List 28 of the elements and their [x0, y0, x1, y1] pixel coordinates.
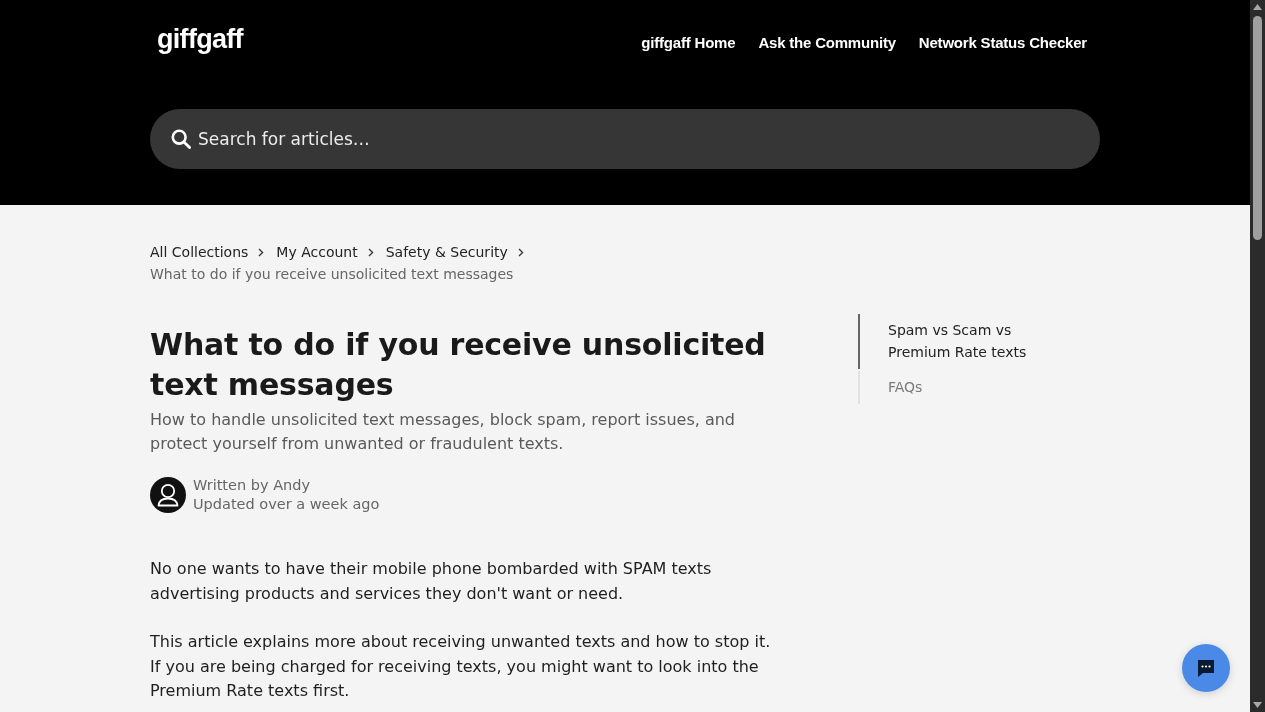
chevron-right-icon: [367, 247, 374, 257]
article-title: What to do if you receive unsolicited text messages: [150, 326, 767, 404]
nav-link[interactable]: giffgaff Home: [641, 33, 736, 53]
search-icon: [171, 129, 191, 149]
toc-link[interactable]: Spam vs Scam vs Premium Rate texts: [858, 314, 1038, 369]
body-paragraph: No one wants to have their mobile phone bombarded with SPAM texts advertising products and services they don't want or need.: [150, 558, 713, 605]
updated-time: Updated over a week ago: [193, 495, 380, 514]
body-paragraph: This article explains more about receiving unwanted texts and how to stop it. If you are being charged for receiving texts, you might want to look into the Premium Rate texts first.: [150, 631, 772, 702]
breadcrumb-link[interactable]: All Collections: [150, 241, 249, 263]
breadcrumb-link[interactable]: Safety & Security: [385, 241, 508, 263]
scroll-up-arrow-icon[interactable]: [1253, 4, 1262, 10]
scroll-down-arrow-icon[interactable]: [1253, 702, 1262, 708]
search-field[interactable]: Search for articles…: [150, 109, 1100, 169]
breadcrumb-link[interactable]: My Account: [276, 241, 358, 263]
author-name: Written by Andy: [193, 476, 311, 495]
nav-link[interactable]: Ask the Community: [758, 33, 896, 53]
chat-button[interactable]: [1182, 644, 1230, 692]
breadcrumb-current: What to do if you receive unsolicited text messages: [150, 265, 514, 284]
logo[interactable]: giffgaff: [157, 24, 243, 54]
toc-link[interactable]: FAQs: [858, 371, 1038, 404]
scrollbar-track[interactable]: [1250, 0, 1265, 712]
article-subtitle: How to handle unsolicited text messages, block spam, report issues, and protect yourself from unwanted or fraudulent texts.: [150, 409, 736, 455]
chevron-right-icon: [258, 247, 265, 257]
chevron-right-icon: [517, 247, 524, 257]
nav-link[interactable]: Network Status Checker: [918, 33, 1087, 53]
scrollbar-thumb[interactable]: [1253, 16, 1262, 240]
avatar-icon: [150, 477, 186, 513]
chat-bubble-icon: [1196, 658, 1216, 678]
